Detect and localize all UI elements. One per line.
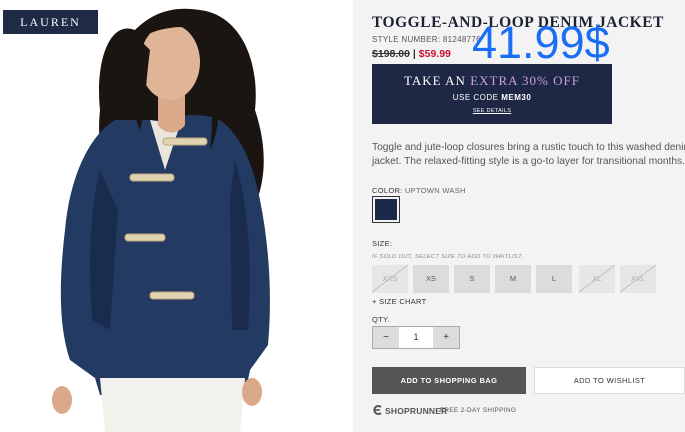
size-option-xl[interactable]: XL [579,265,615,293]
quantity-increment-button[interactable]: + [433,327,459,348]
size-option-xs[interactable]: XS [413,265,449,293]
style-number: STYLE NUMBER: 81248776 [372,35,481,44]
quantity-label: QTY. [372,315,390,324]
shoprunner-logo: SHOPRUNNER [385,406,448,416]
sold-out-note: IF SOLD OUT, SELECT SIZE TO ADD TO WAITL… [372,254,524,260]
price-separator: | [412,48,416,60]
add-to-wishlist-button[interactable]: ADD TO WISHLIST [534,367,685,394]
quantity-stepper: − 1 + [372,326,460,349]
promo-headline-prefix: TAKE AN [404,73,466,88]
swatch-fill [375,199,397,220]
promo-headline-accent: EXTRA 30% OFF [470,73,580,88]
price-row: $198.00 | $59.99 [372,48,451,60]
promo-headline: TAKE AN EXTRA 30% OFF [372,73,612,89]
product-image-panel: LAUREN [0,0,353,432]
sale-price: $59.99 [418,48,451,60]
color-swatch-uptown-wash[interactable] [372,196,400,223]
color-value: UPTOWN WASH [404,186,466,195]
product-description: Toggle and jute-loop closures bring a ru… [372,142,685,167]
size-chart-link[interactable]: + SIZE CHART [372,297,427,306]
product-photo[interactable] [0,0,353,432]
size-option-s[interactable]: S [454,265,490,293]
product-details-panel: TOGGLE-AND-LOOP DENIM JACKET STYLE NUMBE… [353,0,685,432]
quantity-decrement-button[interactable]: − [373,327,399,348]
brand-logo[interactable]: LAUREN [3,10,98,34]
promo-code-prefix: USE CODE [452,93,499,102]
size-option-xxl[interactable]: XXL [620,265,656,293]
quantity-input[interactable]: 1 [399,327,433,348]
promo-code: MEM30 [501,93,532,102]
see-details-link[interactable]: SEE DETAILS [372,108,612,114]
color-label-text: COLOR: [372,186,403,195]
promo-code-line: USE CODE MEM30 [372,93,612,102]
original-price: $198.00 [372,48,410,60]
price-overlay: 41.99$ [472,17,610,68]
add-to-bag-button[interactable]: ADD TO SHOPPING BAG [372,367,526,394]
promo-banner[interactable]: TAKE AN EXTRA 30% OFF USE CODE MEM30 SEE… [372,64,612,124]
shipping-note: FREE 2-DAY SHIPPING [440,407,517,414]
size-option-m[interactable]: M [495,265,531,293]
color-label: COLOR: UPTOWN WASH [372,186,466,195]
size-option-l[interactable]: L [536,265,572,293]
shoprunner-icon [373,405,382,415]
size-label: SIZE: [372,239,393,248]
size-option-xxs[interactable]: XXS [372,265,408,293]
